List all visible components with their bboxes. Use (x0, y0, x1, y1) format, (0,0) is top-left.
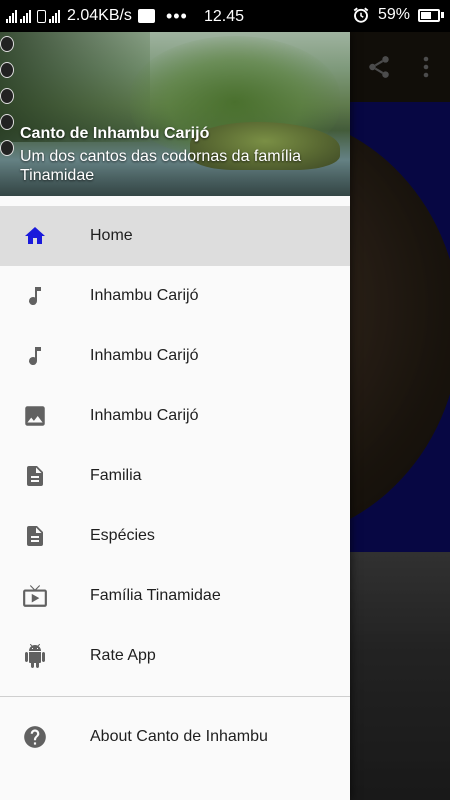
battery-icon (418, 8, 444, 22)
menu-item-familia-tinamidae[interactable]: Família Tinamidae (0, 566, 350, 626)
menu-item-familia[interactable]: Familia (0, 446, 350, 506)
music-note-icon (22, 343, 48, 369)
network-speed: 2.04KB/s (67, 7, 132, 24)
android-icon (22, 643, 48, 669)
menu-item-label: Inhambu Carijó (90, 347, 199, 364)
alarm-icon (353, 7, 369, 23)
drawer-subtitle: Um dos cantos das codornas da família Ti… (20, 148, 302, 184)
tv-play-icon (22, 583, 48, 609)
music-note-icon (22, 283, 48, 309)
menu-item-label: Família Tinamidae (90, 587, 221, 604)
menu-item-label: Inhambu Carijó (90, 287, 199, 304)
menu-item-about[interactable]: About Canto de Inhambu (0, 707, 350, 767)
header-logos (0, 36, 16, 194)
document-icon (22, 523, 48, 549)
menu-item-label: Familia (90, 467, 142, 484)
sim-icon (37, 9, 46, 23)
document-icon (22, 463, 48, 489)
menu-item-label: Inhambu Carijó (90, 407, 199, 424)
battery-percent: 59% (377, 6, 410, 23)
signal-2-icon (20, 9, 31, 23)
status-bar: 2.04KB/s ••• 12.45 59% (0, 0, 450, 32)
drawer-title: Canto de Inhambu Carijó (20, 125, 210, 142)
menu-item-label: Rate App (90, 647, 156, 664)
home-icon (22, 223, 48, 249)
menu-item-inhambu-carijo-3[interactable]: Inhambu Carijó (0, 386, 350, 446)
menu-divider (0, 696, 350, 697)
more-notifications-icon: ••• (165, 6, 188, 26)
menu-item-home[interactable]: Home (0, 206, 350, 266)
menu-item-label: Espécies (90, 527, 155, 544)
signal-icon (6, 9, 17, 23)
drawer-header: Canto de Inhambu Carijó Um dos cantos da… (0, 32, 350, 196)
message-icon (137, 9, 155, 23)
menu-item-inhambu-carijo-2[interactable]: Inhambu Carijó (0, 326, 350, 386)
help-icon (22, 724, 48, 750)
menu-item-label: Home (90, 227, 133, 244)
image-icon (22, 403, 48, 429)
signal-3-icon (49, 9, 60, 23)
menu-item-especies[interactable]: Espécies (0, 506, 350, 566)
menu-item-inhambu-carijo-1[interactable]: Inhambu Carijó (0, 266, 350, 326)
menu-item-rate-app[interactable]: Rate App (0, 626, 350, 686)
drawer-menu: Home Inhambu Carijó Inhambu Carijó Inham… (0, 196, 350, 767)
navigation-drawer: Canto de Inhambu Carijó Um dos cantos da… (0, 32, 350, 800)
menu-item-label: About Canto de Inhambu (90, 728, 268, 745)
clock: 12.45 (204, 8, 245, 25)
